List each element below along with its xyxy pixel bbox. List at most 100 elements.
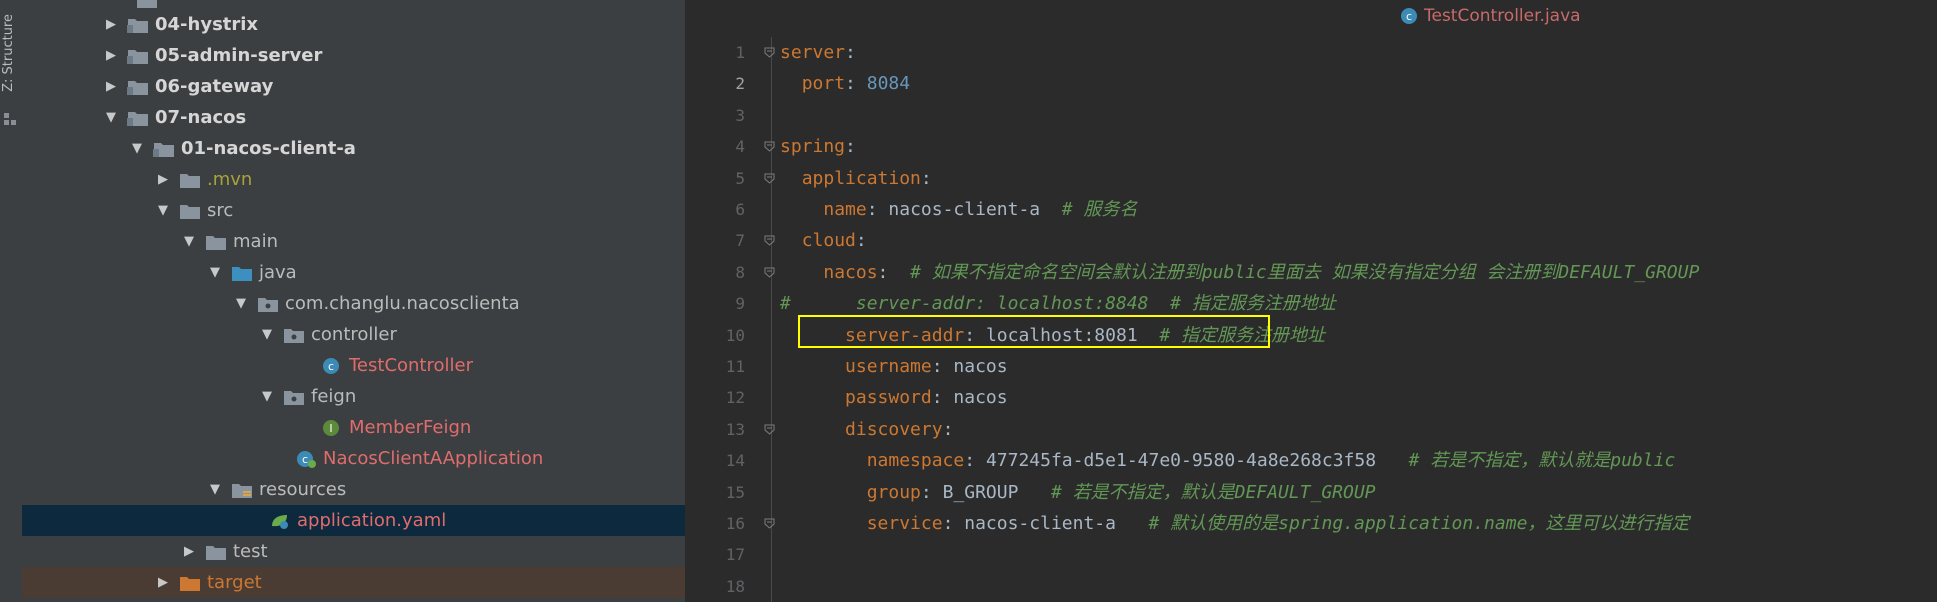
- tree-item-label: 06-gateway: [155, 76, 274, 97]
- yaml-value: B_GROUP: [942, 481, 1019, 503]
- editor-tab[interactable]: c TestController.java: [1400, 4, 1581, 28]
- yaml-value: nacos: [953, 356, 1008, 377]
- tree-item-target[interactable]: ▶ target: [22, 567, 685, 598]
- yaml-separator: :: [845, 42, 856, 63]
- tree-item-nacosclientaapplication[interactable]: c NacosClientAApplication: [22, 443, 685, 474]
- collapse-arrow-icon[interactable]: ▼: [260, 327, 274, 342]
- line-number: 10: [725, 325, 745, 345]
- resources-folder-icon: [231, 481, 253, 499]
- tree-item-label: resources: [259, 479, 347, 500]
- module-folder-icon: [137, 0, 157, 8]
- tree-item-src[interactable]: ▼ src: [22, 195, 685, 226]
- fold-marker-icon[interactable]: [764, 235, 775, 247]
- yaml-key: application: [801, 167, 921, 189]
- yaml-key: password: [845, 387, 932, 409]
- excluded-folder-icon: [179, 574, 201, 592]
- line-number: 1: [735, 43, 745, 62]
- tree-item-feign[interactable]: ▼ feign: [22, 381, 685, 412]
- tree-item-resources[interactable]: ▼ resources: [22, 474, 685, 505]
- fold-marker-icon[interactable]: [764, 47, 775, 58]
- editor-tab-label: TestController.java: [1424, 6, 1581, 26]
- yaml-file-icon: [269, 512, 291, 530]
- tree-item-07-nacos[interactable]: ▼ 07-nacos: [22, 102, 685, 133]
- code-line[interactable]: namespace: 477245fa-d5e1-47e0-9580-4a8e2…: [780, 445, 1676, 476]
- fold-marker-icon[interactable]: [764, 424, 775, 435]
- tree-item-05-admin-server[interactable]: ▶ 05-admin-server: [22, 40, 685, 71]
- tree-item-main[interactable]: ▼ main: [22, 226, 685, 257]
- code-line[interactable]: port: 8084: [780, 68, 910, 99]
- tree-item-controller[interactable]: ▼ controller: [22, 319, 685, 350]
- tree-item-label: target: [207, 572, 262, 593]
- yaml-value: nacos: [953, 387, 1008, 409]
- yaml-value: nacos-client-a: [964, 513, 1116, 534]
- tree-item-label: application.yaml: [297, 510, 447, 531]
- collapse-arrow-icon[interactable]: ▼: [156, 203, 170, 218]
- tree-item-testcontroller[interactable]: c TestController: [22, 350, 685, 381]
- code-line[interactable]: spring:: [780, 131, 856, 162]
- expand-arrow-icon[interactable]: ▶: [156, 575, 170, 590]
- fold-marker-icon[interactable]: [764, 267, 775, 278]
- tree-item-04-hystrix[interactable]: ▶ 04-hystrix: [22, 9, 685, 40]
- svg-text:c: c: [1406, 10, 1412, 23]
- expand-arrow-icon[interactable]: ▶: [104, 17, 118, 32]
- tree-item-application-yaml[interactable]: application.yaml: [22, 505, 685, 536]
- fold-marker-icon[interactable]: [764, 141, 775, 152]
- code-line[interactable]: password: nacos: [780, 382, 1008, 413]
- code-editor[interactable]: c TestController.java 1 2 3 4 5 6 7 8 9 10 11 12 13 1…: [685, 0, 1937, 602]
- code-line[interactable]: username: nacos: [780, 351, 1008, 382]
- tree-item-label: 01-nacos-client-a: [181, 138, 356, 159]
- structure-tab-label[interactable]: Z: Structure: [1, 14, 16, 92]
- structure-tool-strip[interactable]: Z: Structure: [0, 0, 23, 602]
- code-line[interactable]: group: B_GROUP # 若是不指定，默认是DEFAULT_GROUP: [780, 477, 1376, 508]
- tree-item-label: 05-admin-server: [155, 45, 323, 66]
- tree-item-package-nacosclienta[interactable]: ▼ com.changlu.nacosclienta: [22, 288, 685, 319]
- package-icon: [283, 326, 305, 344]
- source-folder-icon: [231, 264, 253, 282]
- code-line[interactable]: cloud:: [780, 225, 867, 256]
- folder-icon: [179, 202, 201, 220]
- tree-item-label: TestController: [349, 355, 473, 376]
- collapse-arrow-icon[interactable]: ▼: [130, 141, 144, 156]
- tree-item-memberfeign[interactable]: I MemberFeign: [22, 412, 685, 443]
- code-line[interactable]: application:: [780, 163, 932, 194]
- yaml-key: group: [866, 481, 921, 503]
- code-line[interactable]: service: nacos-client-a # 默认使用的是spring.a…: [780, 508, 1690, 539]
- expand-arrow-icon[interactable]: ▶: [104, 48, 118, 63]
- yaml-separator: :: [877, 261, 889, 283]
- tree-item-mvn[interactable]: ▶ .mvn: [22, 164, 685, 195]
- collapse-arrow-icon[interactable]: ▼: [208, 482, 222, 497]
- collapse-arrow-icon[interactable]: ▼: [234, 296, 248, 311]
- tree-item-01-nacos-client-a[interactable]: ▼ 01-nacos-client-a: [22, 133, 685, 164]
- project-tree[interactable]: ▶ 04-hystrix ▶ 05-admin-server ▶ 06-gate…: [22, 0, 685, 602]
- expand-arrow-icon[interactable]: ▶: [182, 544, 196, 559]
- tree-item-label: 04-hystrix: [155, 14, 259, 35]
- collapse-arrow-icon[interactable]: ▼: [104, 110, 118, 125]
- expand-arrow-icon[interactable]: ▶: [104, 79, 118, 94]
- collapse-arrow-icon[interactable]: ▼: [260, 389, 274, 404]
- tree-item-06-gateway[interactable]: ▶ 06-gateway: [22, 71, 685, 102]
- code-line[interactable]: name: nacos-client-a # 服务名: [780, 194, 1137, 225]
- line-number: 16: [725, 514, 745, 533]
- folder-icon: [205, 543, 227, 561]
- tree-item-java[interactable]: ▼ java: [22, 257, 685, 288]
- code-line[interactable]: nacos: # 如果不指定命名空间会默认注册到public里面去 如果没有指定…: [780, 257, 1699, 288]
- tree-item-label: src: [207, 200, 234, 221]
- yaml-separator: :: [942, 513, 965, 534]
- fold-marker-icon[interactable]: [764, 173, 775, 184]
- expand-arrow-icon[interactable]: ▶: [156, 172, 170, 187]
- fold-marker-icon[interactable]: [764, 518, 775, 529]
- tree-item-test[interactable]: ▶ test: [22, 536, 685, 567]
- yaml-key: cloud: [801, 230, 856, 252]
- java-interface-icon: I: [321, 419, 343, 437]
- collapse-arrow-icon[interactable]: ▼: [208, 265, 222, 280]
- collapse-arrow-icon[interactable]: ▼: [182, 234, 196, 249]
- line-number: 2: [735, 74, 745, 94]
- code-line[interactable]: server:: [780, 37, 856, 68]
- code-line[interactable]: discovery:: [780, 414, 953, 445]
